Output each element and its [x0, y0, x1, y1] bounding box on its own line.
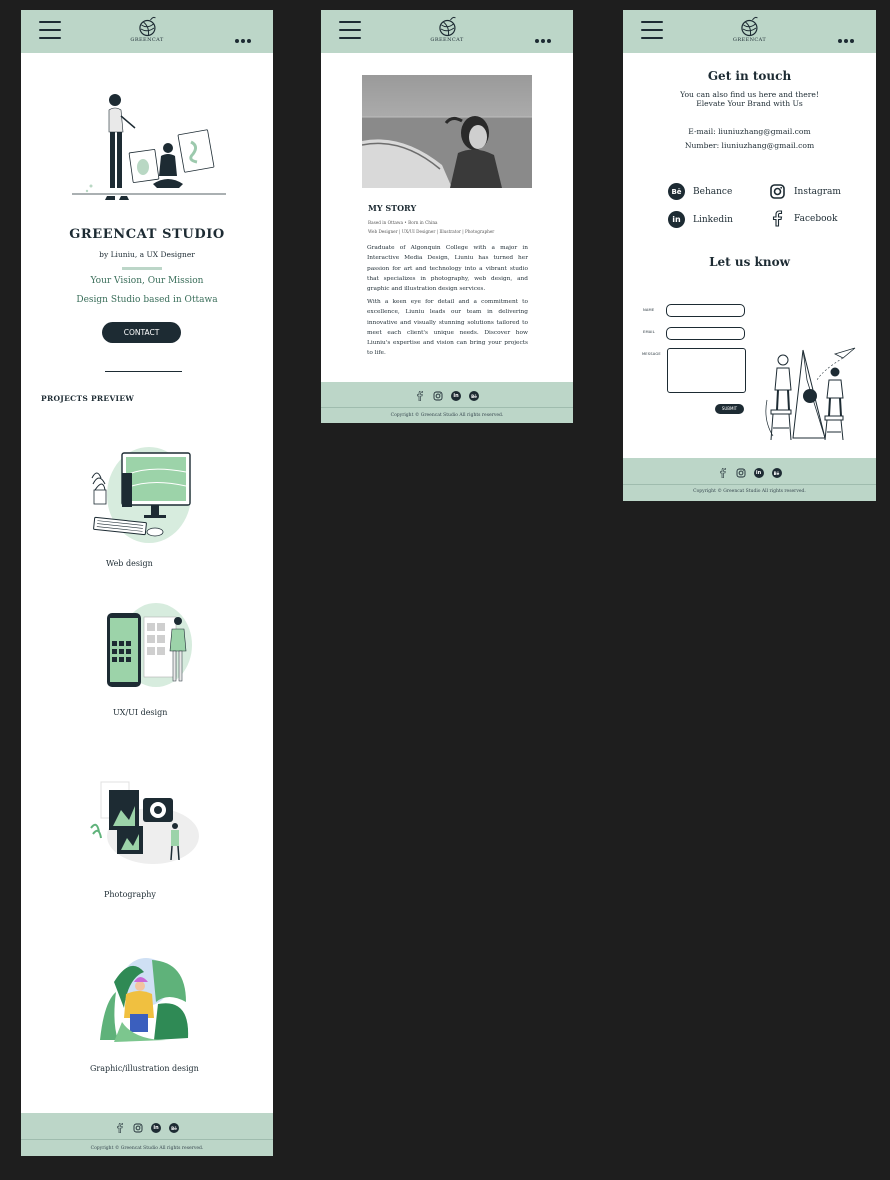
logo[interactable]: GREENCAT — [733, 15, 766, 43]
logo-text: GREENCAT — [130, 37, 164, 43]
web-design-illustration[interactable] — [89, 440, 199, 545]
name-label: NAME — [643, 308, 655, 312]
behance-icon[interactable]: Bē — [469, 391, 479, 401]
uxui-design-illustration[interactable] — [104, 601, 200, 691]
footer: in Bē Copyright © Greencat Studio All ri… — [321, 382, 573, 423]
studio-title: GREENCAT STUDIO — [69, 227, 225, 242]
contact-screen: GREENCAT Get in touch You can also find … — [623, 10, 876, 501]
hamburger-menu-icon[interactable] — [39, 21, 61, 41]
header: GREENCAT — [321, 10, 573, 53]
hero-illustration — [72, 94, 226, 200]
linkedin-icon: in — [668, 211, 685, 228]
story-screen: GREENCAT MY STORY Based in Ottawa • Born… — [321, 10, 573, 423]
copyright: Copyright © Greencat Studio All rights r… — [390, 413, 504, 418]
social-label: Instagram — [794, 186, 841, 197]
facebook-icon[interactable] — [115, 1123, 125, 1133]
social-instagram[interactable]: Instagram — [769, 183, 841, 200]
social-label: Linkedin — [693, 214, 733, 225]
logo-text: GREENCAT — [732, 37, 767, 43]
submit-button[interactable]: SUBMIT — [715, 404, 744, 414]
message-label: MESSAGE — [642, 352, 661, 356]
story-meta-1: Based in Ottawa • Born in China — [368, 220, 438, 225]
tagline-1: Your Vision, Our Mission — [90, 276, 204, 286]
divider — [105, 371, 182, 372]
contact-button[interactable]: CONTACT — [102, 322, 181, 343]
project-label-web-design[interactable]: Web design — [106, 559, 153, 568]
facebook-icon[interactable] — [718, 468, 728, 478]
copyright: Copyright © Greencat Studio All rights r… — [693, 489, 806, 494]
facebook-icon[interactable] — [415, 391, 425, 401]
email-input[interactable] — [666, 327, 745, 340]
portrait-photo — [362, 75, 532, 188]
hamburger-menu-icon[interactable] — [641, 21, 663, 41]
hamburger-menu-icon[interactable] — [339, 21, 361, 41]
project-label-photography[interactable]: Photography — [104, 890, 156, 899]
email-label: EMAIL — [643, 330, 655, 334]
linkedin-icon[interactable]: in — [451, 391, 461, 401]
byline: by Liuniu, a UX Designer — [99, 250, 195, 259]
contact-sub-2: Elevate Your Brand with Us — [696, 99, 803, 108]
instagram-icon[interactable] — [736, 468, 746, 478]
more-icon[interactable] — [838, 28, 856, 43]
story-paragraph-2: With a keen eye for detail and a commitm… — [367, 299, 528, 357]
project-label-graphic[interactable]: Graphic/illustration design — [90, 1064, 199, 1073]
footer: in Bē Copyright © Greencat Studio All ri… — [21, 1113, 273, 1156]
copyright: Copyright © Greencat Studio All rights r… — [90, 1146, 204, 1151]
yarn-ball-icon — [138, 16, 156, 37]
social-label: Behance — [693, 186, 733, 197]
yarn-ball-icon — [741, 16, 758, 37]
form-heading: Let us know — [709, 255, 790, 269]
instagram-icon — [770, 184, 785, 199]
divider — [122, 267, 162, 270]
more-icon[interactable] — [535, 28, 553, 43]
photography-illustration[interactable] — [89, 776, 201, 868]
projects-heading: PROJECTS PREVIEW — [41, 394, 135, 403]
name-input[interactable] — [666, 304, 745, 317]
contact-heading: Get in touch — [707, 69, 792, 83]
header: GREENCAT — [21, 10, 273, 53]
story-paragraph-1: Graduate of Algonquin College with a maj… — [367, 245, 528, 293]
linkedin-icon[interactable]: in — [151, 1123, 161, 1133]
yarn-ball-icon — [438, 16, 456, 37]
header: GREENCAT — [623, 10, 876, 53]
story-meta-2: Web Designer | UX/UI Designer | Illustra… — [368, 229, 495, 234]
linkedin-icon[interactable]: in — [753, 468, 764, 478]
social-facebook[interactable]: Facebook — [769, 210, 837, 227]
contact-illustration — [765, 347, 856, 441]
behance-icon[interactable]: Bē — [169, 1123, 179, 1133]
facebook-icon — [772, 210, 783, 227]
contact-number[interactable]: Number: liuniuzhang@gmail.com — [623, 141, 876, 150]
social-label: Facebook — [794, 213, 838, 224]
more-icon[interactable] — [235, 28, 253, 43]
message-textarea[interactable] — [667, 348, 746, 393]
contact-email[interactable]: E-mail: liuniuzhang@gmail.com — [623, 127, 876, 136]
instagram-icon[interactable] — [433, 391, 443, 401]
home-screen: GREENCAT GREENCAT STUDIO by Liuniu, a UX… — [21, 10, 273, 1156]
footer: in Bē Copyright © Greencat Studio All ri… — [623, 458, 876, 501]
contact-sub-1: You can also find us here and there! — [680, 90, 819, 99]
logo-text: GREENCAT — [430, 37, 464, 43]
project-label-uxui-design[interactable]: UX/UI design — [113, 708, 167, 717]
behance-icon: Bē — [668, 183, 685, 200]
logo[interactable]: GREENCAT — [430, 15, 463, 43]
tagline-2: Design Studio based in Ottawa — [76, 295, 218, 305]
behance-icon[interactable]: Bē — [771, 468, 782, 478]
logo[interactable]: GREENCAT — [130, 15, 163, 43]
social-behance[interactable]: Bē Behance — [668, 183, 732, 200]
instagram-icon[interactable] — [133, 1123, 143, 1133]
story-heading: MY STORY — [368, 203, 417, 213]
graphic-illustration[interactable] — [94, 952, 194, 1044]
social-linkedin[interactable]: in Linkedin — [668, 211, 733, 228]
